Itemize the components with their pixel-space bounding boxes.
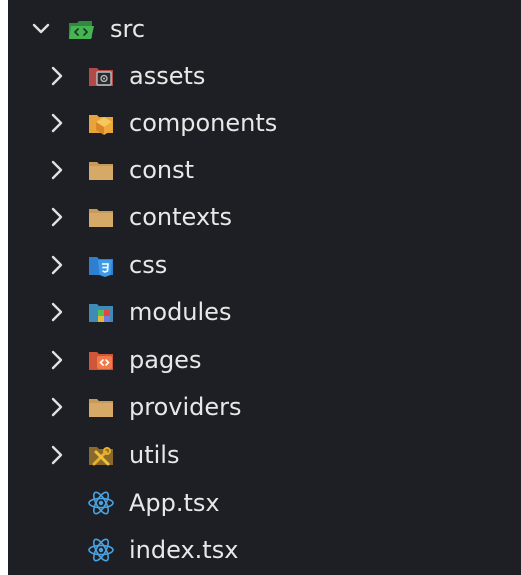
tree-item-label: providers bbox=[129, 393, 242, 421]
react-icon bbox=[88, 538, 114, 562]
tree-item-label: modules bbox=[129, 298, 232, 326]
chevron-right-icon[interactable] bbox=[46, 345, 68, 375]
tree-item-modules[interactable]: modules bbox=[8, 289, 521, 335]
chevron-right-icon[interactable] bbox=[46, 108, 68, 138]
tree-item-label: components bbox=[129, 109, 278, 137]
tree-item-app-tsx[interactable]: App.tsx bbox=[8, 480, 521, 526]
tree-item-css[interactable]: css bbox=[8, 242, 521, 288]
folder-components-icon bbox=[89, 115, 113, 135]
tree-item-label: contexts bbox=[129, 203, 232, 231]
chevron-right-icon[interactable] bbox=[46, 61, 68, 91]
tree-item-label: pages bbox=[129, 346, 202, 374]
tree-item-label: src bbox=[110, 15, 146, 43]
tree-item-const[interactable]: const bbox=[8, 147, 521, 193]
react-icon bbox=[88, 491, 114, 515]
folder-src-open-icon bbox=[69, 21, 94, 39]
chevron-right-icon[interactable] bbox=[46, 297, 68, 327]
tree-item-pages[interactable]: pages bbox=[8, 337, 521, 383]
folder-modules-icon bbox=[89, 304, 113, 322]
folder-icon bbox=[89, 209, 113, 227]
chevron-right-icon[interactable] bbox=[46, 250, 68, 280]
chevron-right-icon[interactable] bbox=[46, 202, 68, 232]
tree-item-label: utils bbox=[129, 441, 180, 469]
folder-utils-icon bbox=[89, 447, 113, 466]
tree-item-contexts[interactable]: contexts bbox=[8, 194, 521, 240]
tree-item-utils[interactable]: utils bbox=[8, 432, 521, 478]
file-explorer-tree: src assets components const contexts css… bbox=[8, 0, 521, 575]
tree-item-label: assets bbox=[129, 62, 206, 90]
folder-css-icon bbox=[89, 257, 113, 277]
tree-item-label: index.tsx bbox=[129, 536, 239, 564]
tree-item-label: App.tsx bbox=[129, 489, 220, 517]
chevron-down-icon[interactable] bbox=[30, 14, 52, 44]
tree-item-components[interactable]: components bbox=[8, 100, 521, 146]
tree-item-index-tsx[interactable]: index.tsx bbox=[8, 527, 521, 573]
chevron-right-icon[interactable] bbox=[46, 155, 68, 185]
chevron-right-icon[interactable] bbox=[46, 440, 68, 470]
tree-item-label: const bbox=[129, 156, 195, 184]
tree-item-assets[interactable]: assets bbox=[8, 53, 521, 99]
tree-item-src[interactable]: src bbox=[8, 6, 521, 52]
folder-pages-icon bbox=[89, 352, 113, 370]
chevron-right-icon[interactable] bbox=[46, 392, 68, 422]
folder-assets-icon bbox=[89, 68, 113, 86]
folder-icon bbox=[89, 399, 113, 417]
folder-icon bbox=[89, 162, 113, 180]
tree-item-label: css bbox=[129, 251, 168, 279]
tree-item-providers[interactable]: providers bbox=[8, 384, 521, 430]
